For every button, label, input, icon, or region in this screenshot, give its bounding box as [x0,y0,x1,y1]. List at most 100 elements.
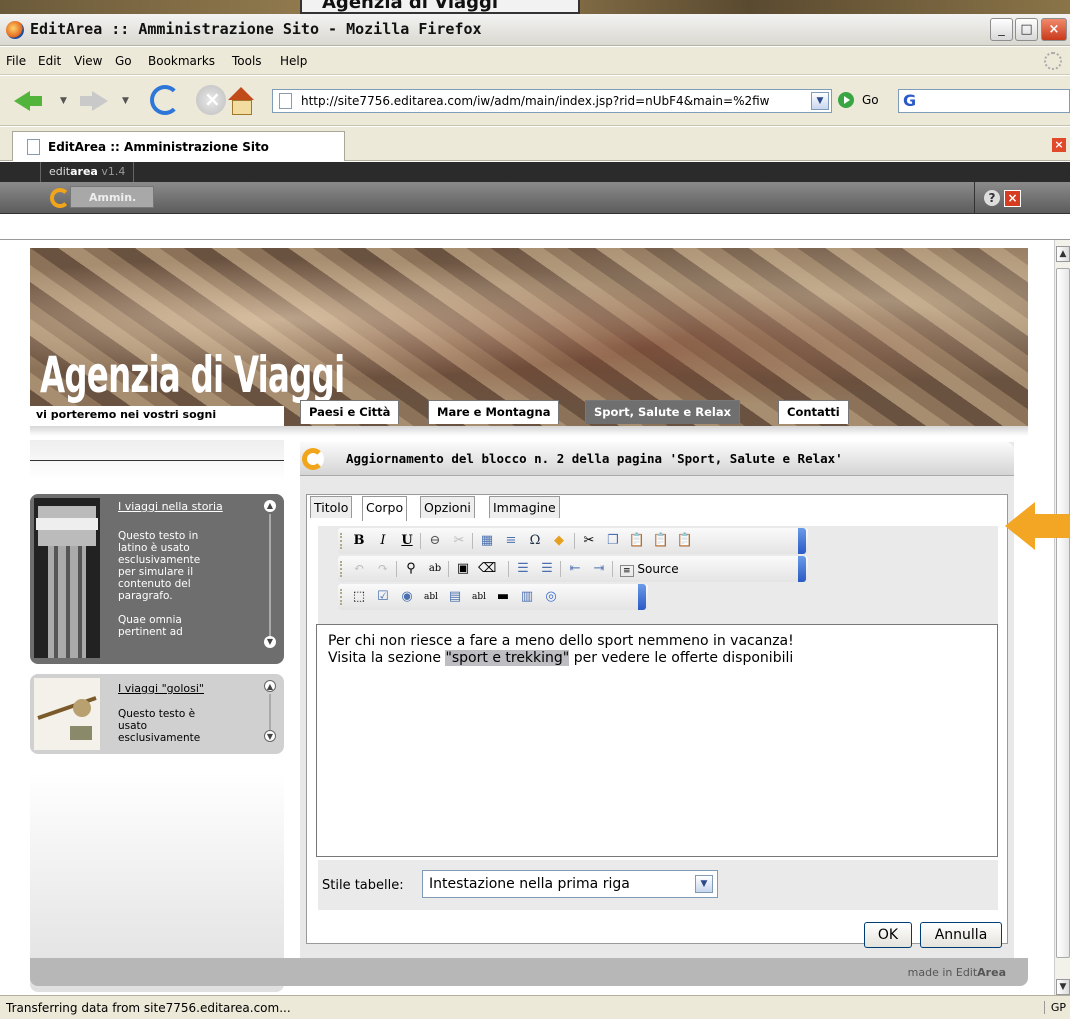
rich-text-editor[interactable]: Per chi non riesce a fare a meno dello s… [316,624,998,857]
editarea-spacer [0,214,1070,240]
checkbox-icon[interactable]: ☑ [374,588,392,606]
editarea-logo-icon [50,188,70,208]
site-menu-paesi[interactable]: Paesi e Città [300,400,400,424]
indent-icon[interactable]: ⇥ [590,560,608,578]
close-tab-icon[interactable]: × [1052,138,1066,152]
go-icon[interactable] [838,92,854,108]
scroll-up-icon[interactable]: ▲ [264,680,276,692]
search-box[interactable]: G [898,89,1070,113]
go-button[interactable]: Go [862,93,879,107]
button-field-icon[interactable]: ▬ [494,588,512,606]
menu-bar: File Edit View Go Bookmarks Tools Help [0,47,1070,75]
select-all-icon[interactable]: ▣ [454,560,472,578]
tab-strip: EditArea :: Amministrazione Sito × [0,127,1070,161]
scroll-down-icon[interactable]: ▼ [264,730,276,742]
toolbar-expand-icon[interactable] [638,584,646,610]
italic-icon[interactable]: I [374,532,392,550]
table-style-select[interactable]: Intestazione nella prima riga ▼ [422,870,718,898]
site-menu-sport[interactable]: Sport, Salute e Relax [585,400,741,424]
form-icon[interactable]: ⬚ [350,588,368,606]
back-arrow-icon[interactable] [14,85,44,115]
paste-word-icon[interactable]: 📋 [676,532,694,550]
cut-icon[interactable]: ✂ [580,532,598,550]
help-icon[interactable]: ? [984,190,1000,206]
site-menu-mare[interactable]: Mare e Montagna [428,400,560,424]
menu-bookmarks[interactable]: Bookmarks [148,54,215,68]
table-icon[interactable]: ▦ [478,532,496,550]
hidden-field-icon[interactable]: ◎ [542,588,560,606]
toolbar-expand-icon[interactable] [798,528,806,554]
textarea-icon[interactable]: ▤ [446,588,464,606]
reload-icon[interactable] [150,85,180,115]
redo-icon[interactable]: ↷ [374,560,392,578]
url-dropdown-icon[interactable]: ▼ [811,92,829,110]
outdent-icon[interactable]: ⇤ [566,560,584,578]
horizontal-rule-icon[interactable]: ≡ [502,532,520,550]
cancel-button[interactable]: Annulla [920,922,1002,948]
undo-icon[interactable]: ↶ [350,560,368,578]
unlink-icon[interactable]: ✂ [450,532,468,550]
close-icon[interactable]: × [1004,190,1021,207]
tab-titolo[interactable]: Titolo [310,496,353,518]
textfield-icon[interactable]: abl [422,588,440,606]
toolbar-expand-icon[interactable] [798,556,806,582]
replace-icon[interactable]: ab [426,560,444,578]
url-text[interactable]: http://site7756.editarea.com/iw/adm/main… [301,94,806,108]
bold-icon[interactable]: B [350,532,368,550]
firefox-icon [6,21,24,39]
bulleted-list-icon[interactable]: ☰ [538,560,556,578]
scroll-thumb[interactable] [1056,268,1070,958]
card-scrollbar[interactable]: ▲ ▼ [264,680,278,744]
paste-icon[interactable]: 📋 [628,532,646,550]
browser-tab[interactable]: EditArea :: Amministrazione Sito [12,131,345,161]
menu-go[interactable]: Go [115,54,132,68]
box-icon[interactable]: ◆ [550,532,568,550]
scroll-down-icon[interactable]: ▼ [1056,979,1070,995]
highlighted-link-text[interactable]: "sport e trekking" [445,650,570,666]
scroll-up-icon[interactable]: ▲ [1056,246,1070,262]
menu-view[interactable]: View [74,54,102,68]
forward-dropdown-icon[interactable]: ▼ [122,96,129,106]
menu-tools[interactable]: Tools [232,54,262,68]
link-icon[interactable]: ⊖ [426,532,444,550]
scroll-up-icon[interactable]: ▲ [264,500,276,512]
special-char-icon[interactable]: Ω [526,532,544,550]
site-menu-contatti[interactable]: Contatti [778,400,849,424]
tab-immagine[interactable]: Immagine [489,496,560,518]
food-image [34,678,100,750]
home-icon[interactable] [226,85,256,115]
forward-arrow-icon[interactable] [78,85,108,115]
site-footer: made in EditArea [30,958,1028,986]
image-button-icon[interactable]: ▥ [518,588,536,606]
paste-text-icon[interactable]: 📋 [652,532,670,550]
admin-button[interactable]: Ammin. [70,186,154,208]
status-bar: Transferring data from site7756.editarea… [0,995,1070,1019]
find-icon[interactable]: ⚲ [402,560,420,578]
numbered-list-icon[interactable]: ☰ [514,560,532,578]
remove-format-icon[interactable]: ⌫ [478,560,496,578]
underline-icon[interactable]: U [398,532,416,550]
close-window-button[interactable]: × [1041,18,1067,41]
scroll-down-icon[interactable]: ▼ [264,636,276,648]
chevron-down-icon[interactable]: ▼ [695,875,713,893]
url-bar[interactable]: http://site7756.editarea.com/iw/adm/main… [272,89,832,113]
ok-button[interactable]: OK [864,922,912,948]
radio-icon[interactable]: ◉ [398,588,416,606]
back-dropdown-icon[interactable]: ▼ [60,96,67,106]
maximize-button[interactable]: □ [1015,18,1038,41]
menu-file[interactable]: File [6,54,26,68]
page-scrollbar[interactable]: ▲ ▼ [1054,240,1070,995]
annotation-arrow-icon [1005,502,1070,550]
tab-opzioni[interactable]: Opzioni [420,496,475,518]
card-scrollbar[interactable]: ▲ ▼ [264,500,278,650]
select-field-icon[interactable]: abl [470,588,488,606]
source-button[interactable]: ≡ Source [620,560,690,578]
stop-icon[interactable] [196,85,226,115]
menu-edit[interactable]: Edit [38,54,61,68]
minimize-button[interactable]: _ [990,18,1013,41]
menu-help[interactable]: Help [280,54,307,68]
card-heading[interactable]: I viaggi nella storia [118,500,223,513]
card-heading[interactable]: I viaggi "golosi" [118,682,204,695]
tab-corpo[interactable]: Corpo [362,496,408,521]
copy-icon[interactable]: ❐ [604,532,622,550]
